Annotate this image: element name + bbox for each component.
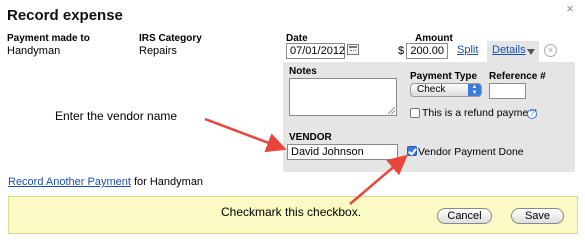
vendor-arrow bbox=[204, 117, 287, 153]
annotation-arrows bbox=[204, 117, 408, 205]
checkbox-arrow bbox=[349, 154, 408, 205]
record-expense-dialog: Record expense × Payment made to Handyma… bbox=[0, 0, 585, 242]
